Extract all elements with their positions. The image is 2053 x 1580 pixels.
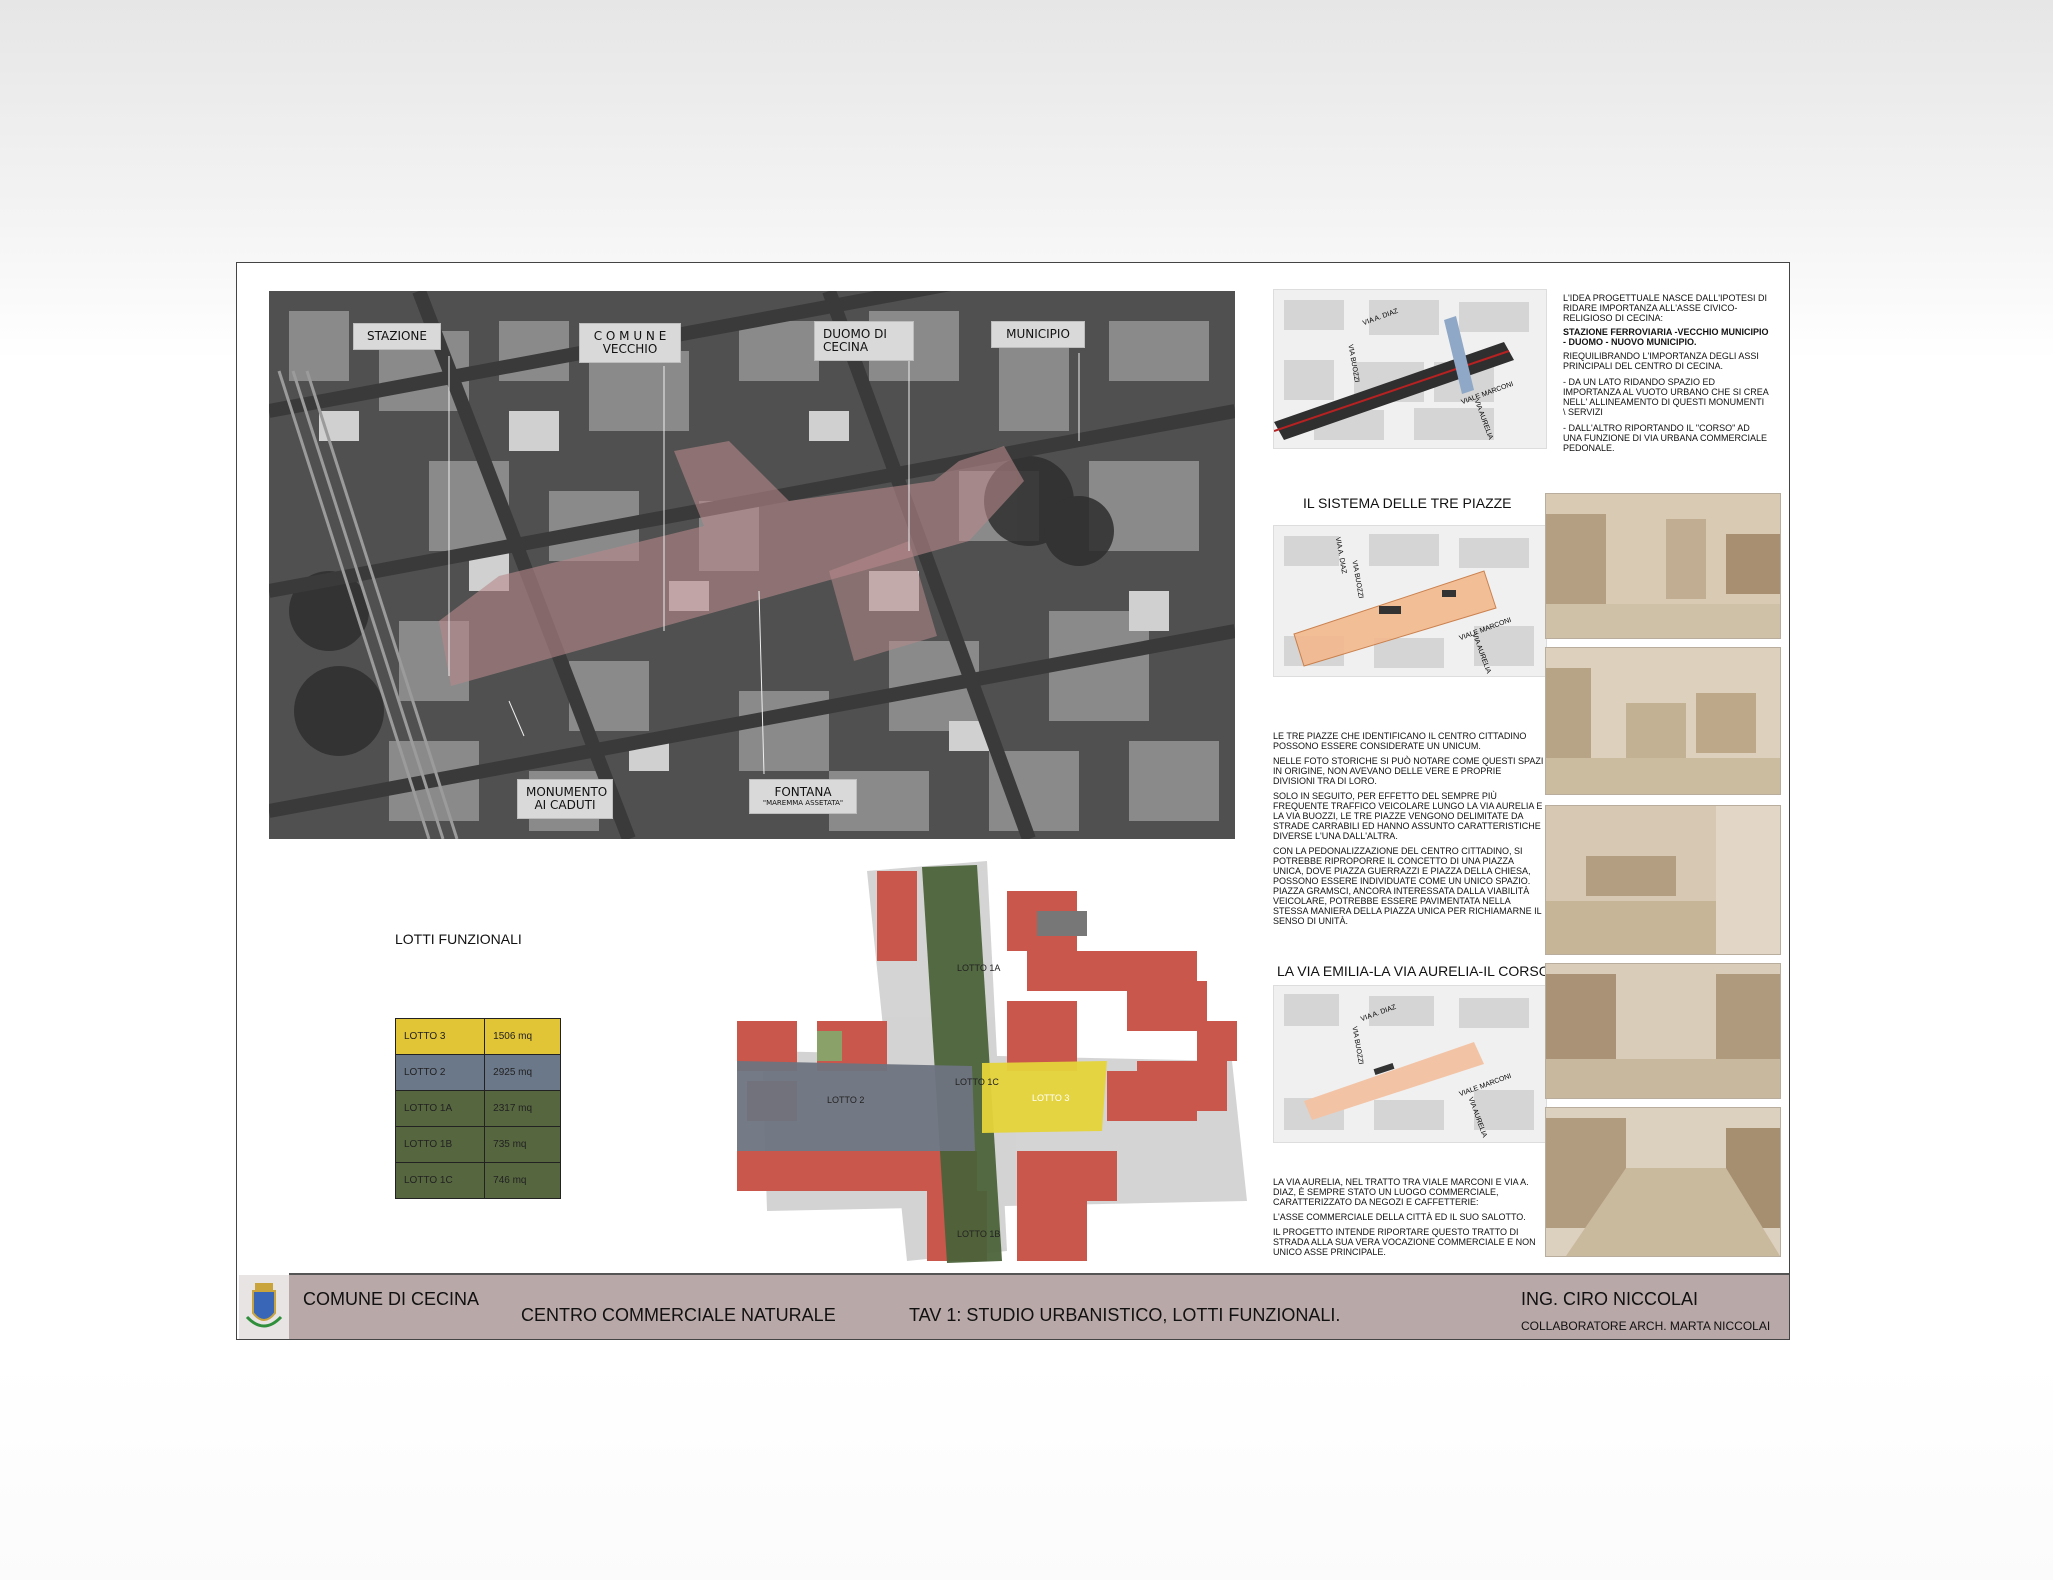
footer-tavola: TAV 1: STUDIO URBANISTICO, LOTTI FUNZION… bbox=[909, 1305, 1341, 1325]
aerial-photo: STAZIONE C O M U N E VECCHIO DUOMO DI CE… bbox=[269, 291, 1235, 839]
map-asse-civico-graphic bbox=[1274, 290, 1546, 448]
plan-label-lotto-1a: LOTTO 1A bbox=[957, 963, 1001, 973]
tre-piazze-text: Le tre piazze che identificano il centro… bbox=[1273, 731, 1545, 926]
lotti-name: LOTTO 1C bbox=[394, 1162, 486, 1199]
lotti-area: 735 mq bbox=[484, 1126, 561, 1163]
footer-bar: COMUNE DI CECINA CENTRO COMMERCIALE NATU… bbox=[289, 1273, 1789, 1339]
footer-comune: COMUNE DI CECINA bbox=[303, 1289, 480, 1309]
map-via-emilia: VIA A. DIAZ VIA BUOZZI VIALE MARCONI VIA… bbox=[1273, 985, 1547, 1143]
label-fontana-text: FONTANA bbox=[774, 785, 832, 799]
via-emilia-p2: l'asse commerciale della città ed il suo… bbox=[1273, 1212, 1526, 1222]
via-emilia-p1: La via Aurelia, nel tratto tra viale Mar… bbox=[1273, 1177, 1529, 1207]
plan-label-lotto-2: LOTTO 2 bbox=[827, 1095, 865, 1105]
lotti-title: LOTTI FUNZIONALI bbox=[395, 931, 522, 947]
footer-progetto: CENTRO COMMERCIALE NATURALE bbox=[521, 1305, 836, 1325]
lotti-row: LOTTO 1B 735 mq bbox=[394, 1126, 561, 1163]
footer-collaboratore: COLLABORATORE ARCH. MARTA NICCOLAI bbox=[1521, 1319, 1771, 1333]
label-stazione-text: STAZIONE bbox=[367, 329, 427, 343]
label-comune-vecchio: C O M U N E VECCHIO bbox=[579, 323, 681, 363]
intro-text-block: L'idea progettuale nasce dall'ipotesi di… bbox=[1563, 293, 1769, 453]
tre-piazze-p3: Solo in seguito, per effetto del sempre … bbox=[1273, 791, 1543, 841]
historical-photo-4 bbox=[1545, 963, 1781, 1099]
lotti-area: 2925 mq bbox=[484, 1054, 561, 1091]
footer-ingegnere: ING. CIRO NICCOLAI bbox=[1521, 1289, 1699, 1309]
lotti-row: LOTTO 2 2925 mq bbox=[394, 1054, 561, 1091]
coat-of-arms bbox=[239, 1275, 289, 1339]
plan-label-lotto-3: LOTTO 3 bbox=[1032, 1093, 1070, 1103]
intro-text-p4: - Da un lato ridando spazio ed importanz… bbox=[1563, 377, 1769, 417]
via-emilia-title: LA VIA EMILIA-LA VIA AURELIA-IL CORSO bbox=[1277, 963, 1550, 979]
tre-piazze-p2: Nelle foto storiche si può notare come q… bbox=[1273, 756, 1544, 786]
aerial-map-graphic bbox=[269, 291, 1235, 839]
label-duomo-text: DUOMO DI CECINA bbox=[823, 327, 887, 354]
lotti-table: LOTTO 3 1506 mq LOTTO 2 2925 mq LOTTO 1A 2317… bbox=[394, 1018, 561, 1199]
lotti-area: 2317 mq bbox=[484, 1090, 561, 1127]
lotti-plan-graphic bbox=[737, 861, 1247, 1263]
historical-photo-1 bbox=[1545, 493, 1781, 639]
historical-photo-2-graphic bbox=[1546, 648, 1780, 794]
label-fontana: FONTANA "MAREMMA ASSETATA" bbox=[749, 779, 857, 814]
intro-text-p2: Stazione ferroviaria -Vecchio Municipio … bbox=[1563, 327, 1769, 347]
coat-of-arms-icon bbox=[245, 1283, 283, 1328]
intro-text-p5: - dall'altro riportando il "corso" ad un… bbox=[1563, 423, 1768, 453]
lotti-row: LOTTO 3 1506 mq bbox=[394, 1018, 561, 1055]
label-municipio: MUNICIPIO bbox=[991, 321, 1085, 348]
lotti-area: 1506 mq bbox=[484, 1018, 561, 1055]
lotti-row: LOTTO 1A 2317 mq bbox=[394, 1090, 561, 1127]
historical-photo-4-graphic bbox=[1546, 964, 1780, 1098]
historical-photo-5 bbox=[1545, 1107, 1781, 1257]
historical-photo-5-graphic bbox=[1546, 1108, 1780, 1256]
lotti-name: LOTTO 2 bbox=[394, 1054, 486, 1091]
historical-photo-2 bbox=[1545, 647, 1781, 795]
historical-photo-3 bbox=[1545, 805, 1781, 955]
map-asse-civico: VIA A. DIAZ VIA BUOZZI VIALE MARCONI VIA… bbox=[1273, 289, 1547, 449]
lotti-row: LOTTO 1C 746 mq bbox=[394, 1162, 561, 1199]
tre-piazze-p4: Con la pedonalizzazione del centro citta… bbox=[1273, 846, 1531, 886]
via-emilia-text: La via Aurelia, nel tratto tra viale Mar… bbox=[1273, 1177, 1545, 1257]
lotti-name: LOTTO 3 bbox=[394, 1018, 486, 1055]
tre-piazze-p1: Le tre piazze che identificano il centro… bbox=[1273, 731, 1527, 751]
historical-photo-3-graphic bbox=[1546, 806, 1780, 954]
lotti-name: LOTTO 1A bbox=[394, 1090, 486, 1127]
lotti-name: LOTTO 1B bbox=[394, 1126, 486, 1163]
lotti-area: 746 mq bbox=[484, 1162, 561, 1199]
label-monumento-text: MONUMENTO AI CADUTI bbox=[526, 785, 608, 812]
plan-label-lotto-1c: LOTTO 1C bbox=[955, 1077, 999, 1087]
label-comune-vecchio-text: C O M U N E VECCHIO bbox=[593, 329, 667, 356]
label-municipio-text: MUNICIPIO bbox=[1006, 327, 1070, 341]
label-monumento: MONUMENTO AI CADUTI bbox=[517, 779, 613, 819]
label-stazione: STAZIONE bbox=[353, 323, 441, 350]
lotto-2-area bbox=[737, 1061, 975, 1151]
intro-text-p3: Riequilibrando l'importanza degli assi p… bbox=[1563, 351, 1759, 371]
label-fontana-subtext: "MAREMMA ASSETATA" bbox=[762, 799, 844, 807]
intro-text-p1: L'idea progettuale nasce dall'ipotesi di… bbox=[1563, 293, 1767, 323]
label-duomo: DUOMO DI CECINA bbox=[814, 321, 914, 361]
map-via-emilia-graphic bbox=[1274, 986, 1546, 1142]
plan-label-lotto-1b: LOTTO 1B bbox=[957, 1229, 1001, 1239]
lotti-plan: LOTTO 1A LOTTO 1C LOTTO 1B LOTTO 2 LOTTO… bbox=[727, 851, 1247, 1271]
tre-piazze-p5: Piazza Gramsci, ancora interessata dalla… bbox=[1273, 886, 1542, 926]
map-tre-piazze-graphic bbox=[1274, 526, 1546, 676]
tre-piazze-title: IL SISTEMA DELLE TRE PIAZZE bbox=[1303, 495, 1512, 511]
via-emilia-p3: Il progetto intende riportare questo tra… bbox=[1273, 1227, 1536, 1257]
historical-photo-1-graphic bbox=[1546, 494, 1780, 638]
project-sheet: STAZIONE C O M U N E VECCHIO DUOMO DI CE… bbox=[236, 262, 1790, 1340]
map-tre-piazze: VIA BUOZZI VIA A. DIAZ VIALE MARCONI VIA… bbox=[1273, 525, 1547, 677]
